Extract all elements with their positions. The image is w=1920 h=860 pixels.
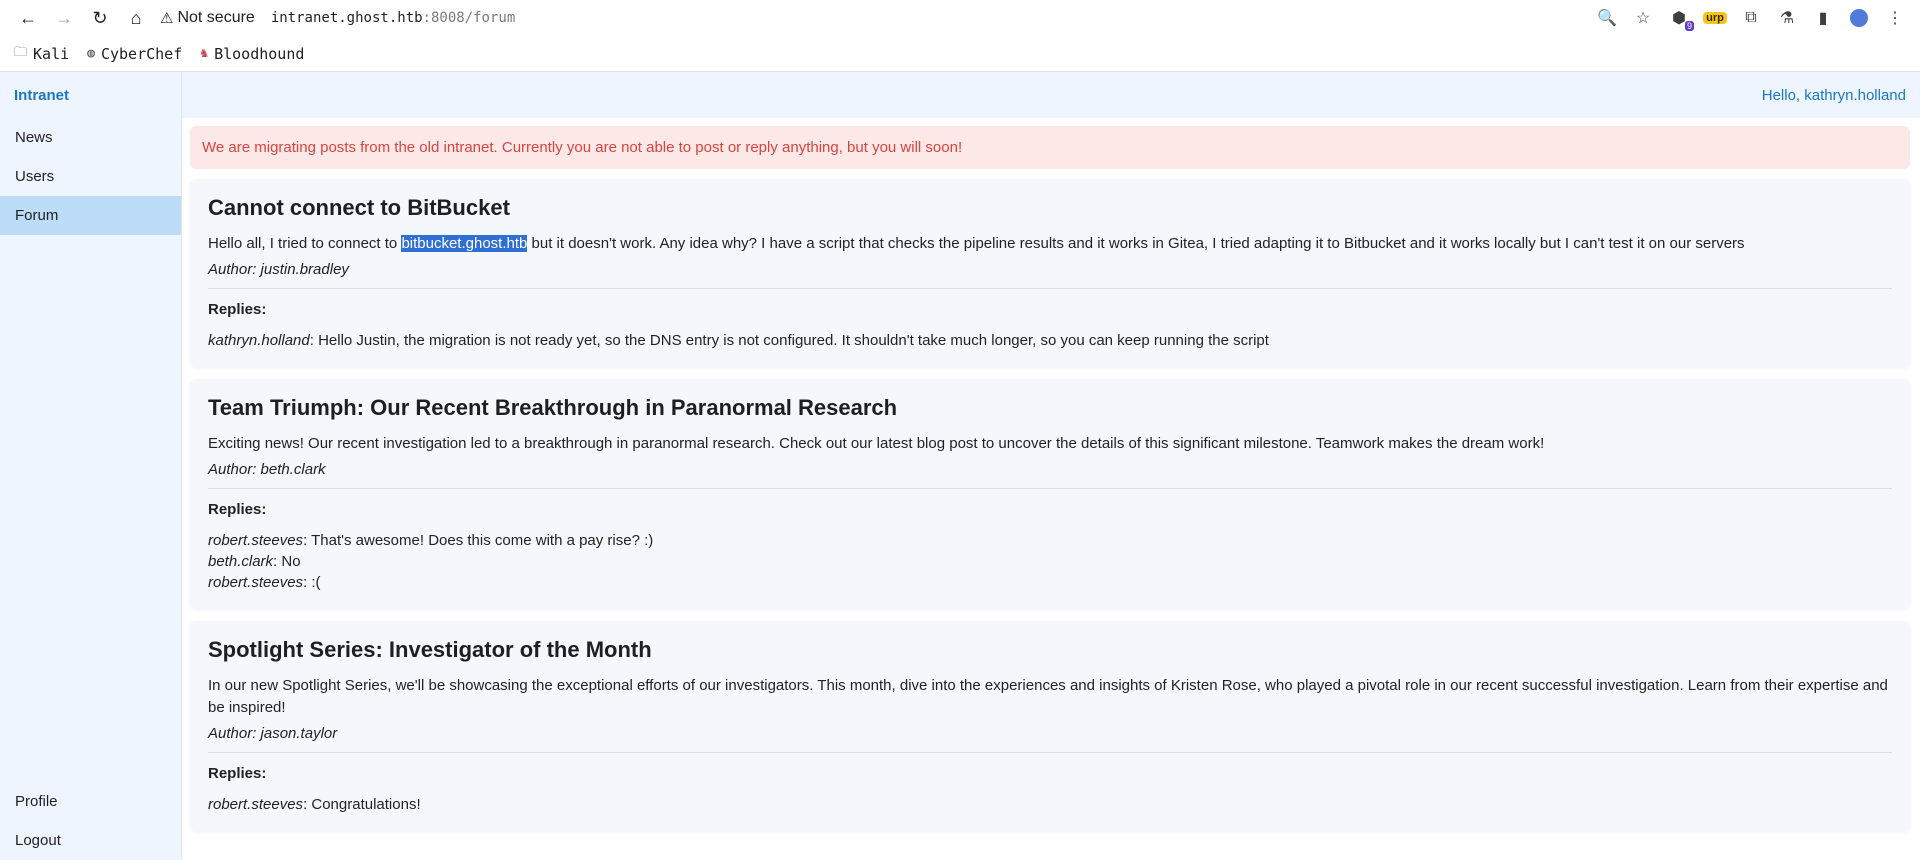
sidebar-item-logout[interactable]: Logout: [0, 821, 181, 860]
reply-text: : That's awesome! Does this come with a …: [303, 532, 654, 549]
reply: robert.steeves: That's awesome! Does thi…: [208, 530, 1892, 551]
puzzle-icon[interactable]: ⧉: [1736, 3, 1766, 33]
url-host: intranet.ghost.htb: [270, 10, 423, 26]
home-icon[interactable]: ⌂: [118, 0, 154, 36]
sidebar-item-forum[interactable]: Forum: [0, 196, 181, 235]
reply-user: robert.steeves: [208, 796, 304, 813]
post-author: Author: beth.clark: [208, 461, 326, 478]
sidebar-item-news[interactable]: News: [0, 118, 181, 157]
browser-toolbar: ← → ↻ ⌂ ⚠ Not secure intranet.ghost.htb:…: [0, 0, 1920, 36]
reply: kathryn.holland: Hello Justin, the migra…: [208, 330, 1892, 351]
divider: [208, 288, 1892, 289]
address-bar[interactable]: intranet.ghost.htb:8008/forum: [271, 10, 515, 26]
reply-text: : :(: [303, 574, 321, 591]
reply-user: kathryn.holland: [208, 332, 310, 349]
reload-icon[interactable]: ↻: [82, 0, 118, 36]
main-area: Hello, kathryn.holland We are migrating …: [182, 72, 1920, 860]
labs-icon[interactable]: ⚗: [1772, 3, 1802, 33]
back-icon[interactable]: ←: [10, 0, 46, 36]
url-path: :8008/forum: [422, 10, 516, 26]
bookmarks-bar: 🗀 Kali ◍ CyberChef ♞ Bloodhound: [0, 36, 1920, 72]
profile-icon[interactable]: [1844, 3, 1874, 33]
avatar: [1850, 9, 1868, 27]
extension-icon[interactable]: ⬢ 9: [1664, 3, 1694, 33]
app: Intranet News Users Forum Profile Logout…: [0, 72, 1920, 860]
forum-post: Spotlight Series: Investigator of the Mo…: [190, 621, 1910, 831]
replies-label: Replies:: [208, 765, 267, 782]
post-body-text: Hello all, I tried to connect to: [208, 235, 402, 252]
divider: [208, 752, 1892, 753]
reply-user: robert.steeves: [208, 532, 304, 549]
post-author: Author: jason.taylor: [208, 725, 338, 742]
reply-text: : Congratulations!: [303, 796, 421, 813]
post-body-text: but it doesn't work. Any idea why? I hav…: [527, 235, 1745, 252]
reply: beth.clark: No: [208, 551, 1892, 572]
post-body: Exciting news! Our recent investigation …: [208, 435, 1545, 452]
reply-user: robert.steeves: [208, 574, 304, 591]
forum-content: We are migrating posts from the old intr…: [182, 118, 1920, 843]
reply-text: : Hello Justin, the migration is not rea…: [309, 332, 1269, 349]
burp-label: urp: [1703, 12, 1727, 24]
burp-extension-icon[interactable]: urp: [1700, 3, 1730, 33]
sidebar-item-profile[interactable]: Profile: [0, 782, 181, 821]
divider: [208, 488, 1892, 489]
forward-icon[interactable]: →: [46, 0, 82, 36]
post-title: Cannot connect to BitBucket: [208, 195, 510, 220]
selected-text: bitbucket.ghost.htb: [401, 235, 528, 252]
cyberchef-icon: ◍: [87, 46, 95, 61]
folder-icon: 🗀: [14, 44, 28, 60]
reply-text: : No: [273, 553, 301, 570]
brand-logo[interactable]: Intranet: [0, 72, 181, 118]
bookmark-label: Bloodhound: [214, 44, 305, 63]
warning-icon: ⚠: [160, 10, 174, 27]
reply: robert.steeves: :(: [208, 572, 1892, 593]
migration-alert: We are migrating posts from the old intr…: [190, 126, 1910, 169]
security-indicator[interactable]: ⚠ Not secure: [160, 9, 255, 27]
zoom-icon[interactable]: 🔍: [1592, 3, 1622, 33]
bookmark-star-icon[interactable]: ☆: [1628, 3, 1658, 33]
bookmark-label: CyberChef: [100, 44, 183, 63]
bookmark-kali[interactable]: 🗀 Kali: [14, 43, 69, 65]
user-greeting[interactable]: Hello, kathryn.holland: [1762, 87, 1906, 104]
replies-label: Replies:: [208, 501, 267, 518]
bookmark-bloodhound[interactable]: ♞ Bloodhound: [200, 45, 304, 63]
post-title: Spotlight Series: Investigator of the Mo…: [208, 637, 652, 662]
post-title: Team Triumph: Our Recent Breakthrough in…: [208, 395, 898, 420]
sidepanel-icon[interactable]: ▮: [1808, 3, 1838, 33]
forum-post: Cannot connect to BitBucket Hello all, I…: [190, 179, 1910, 367]
extension-badge: 9: [1684, 21, 1694, 31]
post-body: In our new Spotlight Series, we'll be sh…: [208, 677, 1888, 716]
bloodhound-icon: ♞: [200, 46, 209, 61]
forum-post: Team Triumph: Our Recent Breakthrough in…: [190, 379, 1910, 609]
post-body: Hello all, I tried to connect to bitbuck…: [208, 233, 1892, 255]
sidebar-item-users[interactable]: Users: [0, 157, 181, 196]
reply: robert.steeves: Congratulations!: [208, 794, 1892, 815]
security-label: Not secure: [177, 9, 255, 26]
bookmark-cyberchef[interactable]: ◍ CyberChef: [87, 45, 182, 63]
sidebar: Intranet News Users Forum Profile Logout: [0, 72, 182, 860]
post-author: Author: justin.bradley: [208, 261, 349, 278]
replies-label: Replies:: [208, 301, 267, 318]
reply-user: beth.clark: [208, 553, 274, 570]
app-header: Hello, kathryn.holland: [182, 72, 1920, 118]
menu-icon[interactable]: ⋮: [1880, 3, 1910, 33]
bookmark-label: Kali: [33, 44, 70, 63]
